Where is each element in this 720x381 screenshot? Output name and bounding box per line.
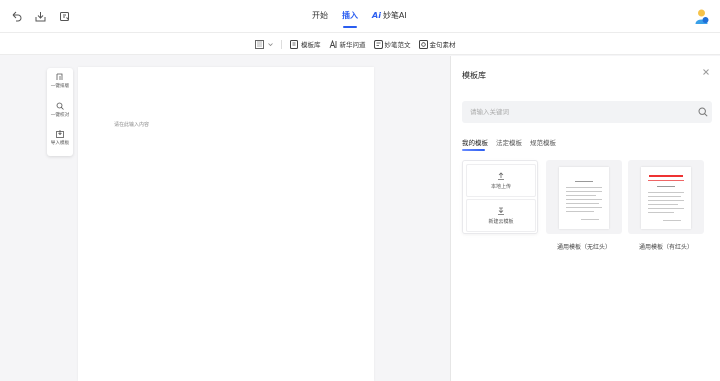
xinhua-wendao-button[interactable]: 新华问道 — [329, 37, 366, 51]
tab-miaobi-ai-label: 妙笔AI — [382, 11, 407, 20]
quote-material-button[interactable]: 金句素材 — [418, 37, 456, 51]
template-name-red-header: 通用模板（有红头） — [638, 244, 693, 251]
document-placeholder: 请在此输入内容 — [114, 122, 150, 128]
quote-material-label: 金句素材 — [429, 41, 456, 49]
insert-dropdown-button[interactable] — [255, 37, 273, 51]
top-left-actions — [10, 10, 70, 22]
template-search-box — [462, 101, 712, 123]
quote-material-icon — [418, 39, 428, 49]
local-upload-button[interactable]: 本地上传 — [466, 164, 536, 197]
template-thumbnail — [559, 167, 609, 229]
one-click-proofread-label: 一键校对 — [50, 113, 70, 118]
ai-badge-icon: Ai — [372, 11, 381, 20]
sample-essay-icon — [373, 39, 383, 49]
template-library-label: 模板库 — [301, 41, 321, 49]
template-card-red-header[interactable] — [628, 160, 704, 234]
one-click-format-label: 一键排版 — [50, 84, 70, 89]
template-library-panel: 模板库 我的模板 法定模板 规范模板 本地上传 新建云模板 — [450, 56, 720, 381]
tab-standard-templates-label: 规范模板 — [530, 139, 556, 147]
xinhua-wendao-label: 新华问道 — [339, 41, 366, 49]
import-template-icon — [56, 130, 64, 138]
top-bar: 开始 插入 Ai 妙笔AI — [0, 0, 720, 33]
template-thumbnail — [641, 167, 691, 229]
upload-card: 本地上传 新建云模板 — [462, 160, 538, 234]
sample-essay-label: 妙笔范文 — [384, 41, 411, 49]
template-tabs: 我的模板 法定模板 规范模板 — [462, 137, 556, 151]
search-icon[interactable] — [698, 107, 708, 117]
cloud-template-icon — [498, 207, 504, 215]
one-click-proofread-button[interactable]: 一键校对 — [47, 102, 73, 118]
import-template-button[interactable]: 导入模板 — [47, 130, 73, 146]
format-icon — [56, 73, 63, 80]
tab-statutory-templates-label: 法定模板 — [496, 139, 522, 147]
tab-statutory-templates[interactable]: 法定模板 — [496, 137, 522, 149]
insert-toolbar: 模板库 新华问道 妙笔范文 金句素材 — [0, 33, 720, 55]
local-upload-label: 本地上传 — [490, 183, 511, 190]
upload-icon — [498, 171, 504, 180]
layout-icon[interactable] — [58, 10, 70, 22]
template-library-button[interactable]: 模板库 — [290, 37, 321, 51]
document-page[interactable]: 请在此输入内容 — [78, 67, 374, 381]
template-name-no-red-header: 通用模板（无红头） — [556, 244, 611, 251]
tab-insert-label: 插入 — [342, 11, 358, 20]
tab-start[interactable]: 开始 — [312, 10, 328, 28]
tab-insert[interactable]: 插入 — [342, 10, 358, 28]
tab-my-templates-label: 我的模板 — [462, 139, 488, 147]
undo-icon[interactable] — [10, 10, 22, 22]
template-search-input[interactable] — [470, 101, 670, 123]
sample-essay-button[interactable]: 妙笔范文 — [373, 37, 411, 51]
xinhua-icon — [329, 39, 336, 48]
template-icon — [290, 39, 298, 49]
chevron-down-icon — [268, 42, 273, 46]
tab-standard-templates[interactable]: 规范模板 — [530, 137, 556, 149]
panel-title: 模板库 — [462, 71, 486, 80]
tab-miaobi-ai[interactable]: Ai 妙笔AI — [372, 10, 407, 28]
avatar[interactable] — [693, 8, 710, 25]
import-template-label: 导入模板 — [50, 141, 70, 146]
toolbar-divider — [281, 39, 282, 49]
new-cloud-template-label: 新建云模板 — [488, 218, 514, 225]
toolbar-items: 模板库 新华问道 妙笔范文 金句素材 — [255, 37, 456, 51]
close-icon[interactable] — [702, 68, 710, 76]
template-card-no-red-header[interactable] — [546, 160, 622, 234]
main-tabs: 开始 插入 Ai 妙笔AI — [312, 10, 407, 28]
export-icon[interactable] — [34, 10, 46, 22]
tab-my-templates[interactable]: 我的模板 — [462, 137, 488, 151]
floating-toolbar: 一键排版 一键校对 导入模板 — [47, 68, 73, 156]
one-click-format-button[interactable]: 一键排版 — [47, 73, 73, 89]
tab-start-label: 开始 — [312, 11, 328, 20]
new-cloud-template-button[interactable]: 新建云模板 — [466, 199, 536, 232]
proofread-icon — [56, 102, 64, 110]
insert-picture-icon — [255, 39, 264, 49]
